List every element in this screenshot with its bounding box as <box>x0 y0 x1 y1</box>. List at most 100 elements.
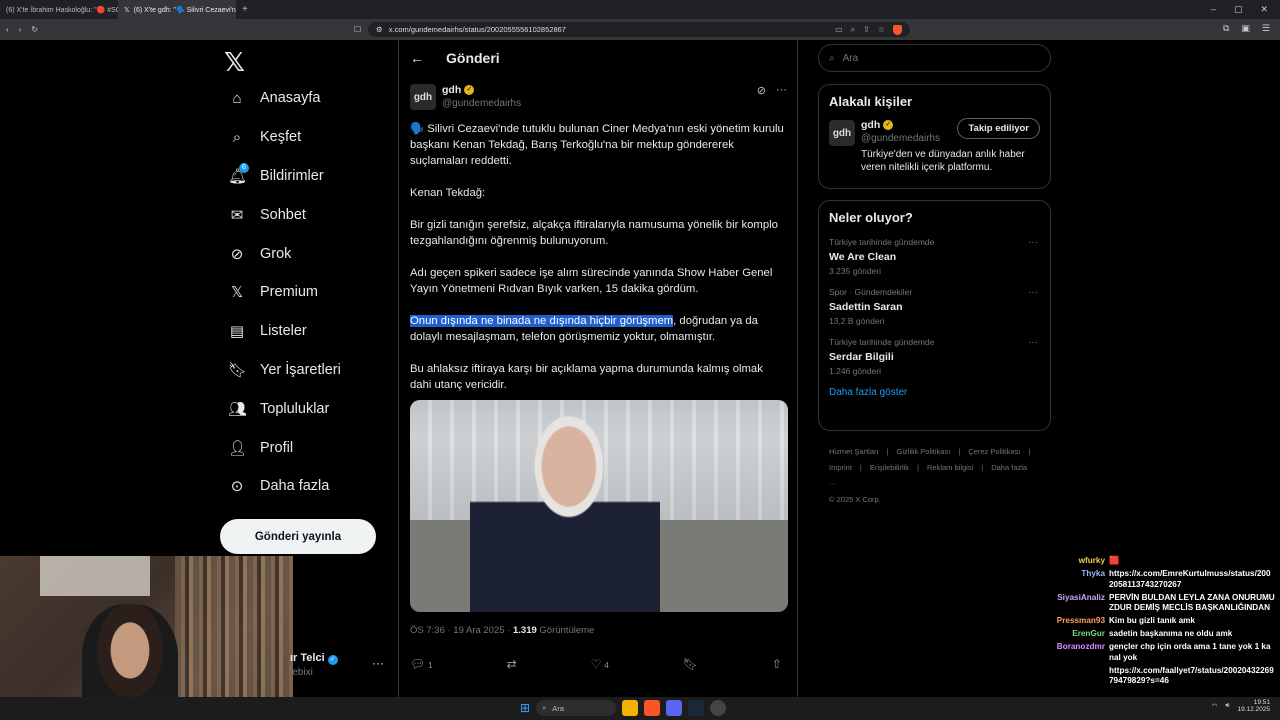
nav-item-bookmarks[interactable]: 🔖︎ Yer İşaretleri <box>220 351 341 390</box>
more-horizontal-icon[interactable]: ··· <box>1028 237 1038 248</box>
search-icon: ⌕ <box>542 703 547 712</box>
install-icon[interactable]: ▭ <box>835 25 843 35</box>
obs-icon[interactable] <box>710 700 727 716</box>
post-paragraph: Adı geçen spikeri sadece işe alım süreci… <box>410 267 773 295</box>
footer-link[interactable]: Imprint <box>829 463 852 472</box>
extensions-icon[interactable]: ⧉ <box>1223 23 1229 34</box>
chat-text: sadetin başkanıma ne oldu amk <box>1109 629 1233 638</box>
clock-time: 19:51 <box>1253 699 1270 706</box>
post-timestamp[interactable]: ÖS 7:36 · 19 Ara 2025 · <box>410 625 513 636</box>
bookmark-star-icon[interactable]: ☆ <box>878 25 885 35</box>
steam-icon[interactable] <box>688 700 705 716</box>
trend-item[interactable]: Spor · Gündemdekiler Sadettin Saran 13,2… <box>819 281 1050 331</box>
search-placeholder: Ara <box>842 52 859 64</box>
forward-icon[interactable]: › <box>19 25 22 34</box>
nav-item-explore[interactable]: ⌕ Keşfet <box>220 118 341 157</box>
trend-item[interactable]: Türkiye tarihinde gündemde We Are Clean … <box>819 231 1050 281</box>
site-info-icon[interactable]: ⚙ <box>376 25 383 34</box>
notification-badge: 6 <box>239 162 249 173</box>
brave-shield-icon[interactable] <box>893 24 902 35</box>
trend-item[interactable]: Türkiye tarihinde gündemde Serdar Bilgil… <box>819 331 1050 381</box>
taskbar: ⊞ ⌕ Ara ◠ 🔊︎ 19:51 19.12.2025 <box>0 697 1280 720</box>
discord-icon[interactable] <box>666 700 683 716</box>
author-name[interactable]: gdh <box>442 84 461 96</box>
post-paragraph: Kenan Tekdağ: <box>410 187 486 199</box>
taskbar-search-text: Ara <box>552 703 564 713</box>
bookmark-icon: 🔖︎ <box>228 361 248 379</box>
trend-title: We Are Clean <box>829 251 897 263</box>
close-window-icon[interactable]: ✕ <box>1260 4 1268 15</box>
new-tab-button[interactable]: + <box>236 4 254 15</box>
search-input[interactable]: ⌕ Ara <box>818 44 1051 72</box>
file-explorer-icon[interactable] <box>622 700 639 716</box>
nav-item-communities[interactable]: 👥︎ Topluluklar <box>220 389 341 428</box>
like-button[interactable]: ♡ 4 <box>591 657 609 671</box>
chat-text: Kim bu gizli tanık amk <box>1109 616 1195 625</box>
url-text: x.com/gundemedairhs/status/2002055556102… <box>388 25 566 34</box>
footer-link[interactable]: Gizlilik Politikası <box>897 447 951 456</box>
nav-item-lists[interactable]: ▤ Listeler <box>220 312 341 351</box>
nav-label: Sohbet <box>260 206 306 223</box>
browser-tab[interactable]: (6) X'te İbrahim Haskoloğlu: "🔴 #SO✕ <box>0 0 118 19</box>
chat-username: Boranozdmr <box>1056 642 1105 651</box>
wifi-icon[interactable]: ◠ <box>1212 702 1218 710</box>
more-horizontal-icon[interactable]: ··· <box>776 84 787 110</box>
zoom-icon[interactable]: ⌕ <box>851 25 855 35</box>
author-handle[interactable]: @gundemedairhs <box>442 98 521 109</box>
footer-link[interactable]: Çerez Politikası <box>968 447 1020 456</box>
avatar[interactable]: gdh <box>410 84 436 110</box>
nav-item-notifications[interactable]: 🔔︎ 6 Bildirimler <box>220 157 341 196</box>
footer-link[interactable]: Hizmet Şartları <box>829 447 879 456</box>
bookmark-button[interactable]: 🔖︎ <box>683 657 698 671</box>
related-person[interactable]: gdh gdh ✓ @gundemedairhs Takip ediliyor T… <box>819 115 1050 182</box>
selected-text: Onun dışında ne binada ne dışında hiçbir… <box>410 315 674 327</box>
brave-browser-icon[interactable] <box>644 700 661 716</box>
url-field[interactable]: ⚙ x.com/gundemedairhs/status/20020555561… <box>368 22 910 37</box>
maximize-icon[interactable]: ▢ <box>1234 4 1243 15</box>
share-button[interactable]: ⇧ <box>772 657 782 671</box>
nav-item-messages[interactable]: ✉ Sohbet <box>220 195 341 234</box>
footer-link[interactable]: Reklam bilgisi <box>927 463 973 472</box>
chat-message: wfurky 🟥 <box>1040 556 1280 567</box>
reply-button[interactable]: 💬︎ 1 <box>410 657 433 671</box>
nav-item-profile[interactable]: 👤︎ Profil <box>220 428 341 467</box>
windows-start-icon[interactable]: ⊞ <box>520 701 530 715</box>
minimize-icon[interactable]: – <box>1211 4 1216 15</box>
footer-link[interactable]: Erişilebilirlik <box>870 463 909 472</box>
x-logo[interactable]: 𝕏 <box>224 47 245 78</box>
clock[interactable]: 19:51 19.12.2025 <box>1237 699 1270 713</box>
browser-tab-active[interactable]: 𝕏(6) X'te gdh: "🗣️ Silivri Cezaevi'n✕ <box>118 0 236 19</box>
bookmark-page-icon[interactable]: ☐ <box>354 25 361 34</box>
wallet-icon[interactable]: ▣ <box>1241 23 1250 34</box>
taskbar-search[interactable]: ⌕ Ara <box>536 700 617 716</box>
share-icon[interactable]: ⇪ <box>863 25 870 35</box>
follow-button[interactable]: Takip ediliyor <box>957 118 1040 139</box>
webcam-overlay <box>0 556 293 720</box>
trend-context: Türkiye tarihinde gündemde <box>829 337 935 347</box>
more-horizontal-icon[interactable]: ··· <box>1028 287 1038 298</box>
repost-button[interactable]: ⇄ <box>507 657 517 671</box>
nav-item-grok[interactable]: ⊘ Grok <box>220 234 341 273</box>
taskbar-apps: ⊞ ⌕ Ara <box>520 700 727 716</box>
nav-item-home[interactable]: ⌂ Anasayfa <box>220 79 341 118</box>
grok-icon[interactable]: ⊘ <box>757 84 766 110</box>
person-name[interactable]: gdh <box>861 119 880 131</box>
post-image[interactable] <box>410 400 788 612</box>
show-more-link[interactable]: Daha fazla göster <box>819 381 1050 408</box>
avatar[interactable]: gdh <box>829 120 855 146</box>
x-icon: 𝕏 <box>230 284 244 302</box>
speaker-icon[interactable]: 🔊︎ <box>1225 702 1229 710</box>
account-switcher[interactable]: ır Telci ✓ lebixi <box>290 652 338 678</box>
back-icon[interactable]: ‹ <box>6 25 9 34</box>
more-horizontal-icon[interactable]: ··· <box>1028 337 1038 348</box>
nav-item-more[interactable]: ⊙ Daha fazla <box>220 467 341 506</box>
menu-icon[interactable]: ☰ <box>1262 23 1270 34</box>
more-horizontal-icon[interactable]: ··· <box>372 656 384 670</box>
chat-message: Pressman93 Kim bu gizli tanık amk <box>1040 616 1280 627</box>
trend-count: 1.246 gönderi <box>829 366 881 376</box>
reload-icon[interactable]: ↻ <box>31 25 38 34</box>
nav-item-premium[interactable]: 𝕏 Premium <box>220 273 341 312</box>
post-button[interactable]: Gönderi yayınla <box>220 519 376 554</box>
back-arrow-icon[interactable]: ← <box>410 50 424 66</box>
repost-icon: ⇄ <box>506 657 517 671</box>
